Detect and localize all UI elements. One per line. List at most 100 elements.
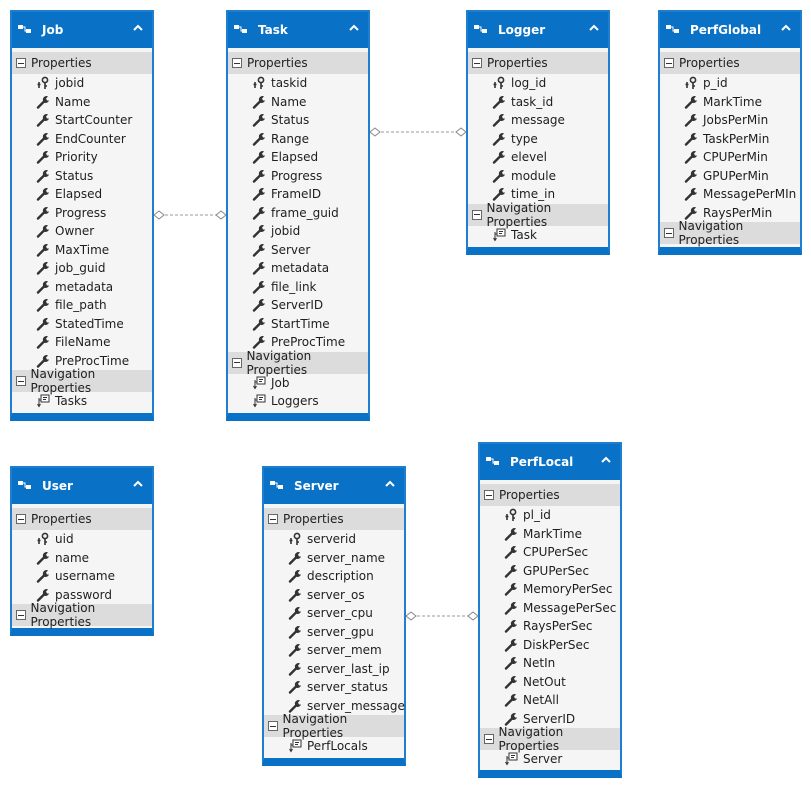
property-Name[interactable]: Name [12, 93, 152, 112]
property-Status[interactable]: Status [228, 111, 368, 130]
navigation-properties-section-header[interactable]: Navigation Properties [12, 367, 152, 395]
property-Owner[interactable]: Owner [12, 222, 152, 241]
collapse-minus-icon[interactable] [232, 357, 242, 368]
property-JobsPerMin[interactable]: JobsPerMin [660, 111, 800, 130]
property-frame_guid[interactable]: frame_guid [228, 204, 368, 223]
collapse-minus-icon[interactable] [472, 209, 482, 220]
properties-section-header[interactable]: Properties [12, 508, 152, 530]
entity-user[interactable]: User Properties uid name username password Nav… [10, 466, 154, 636]
property-Status[interactable]: Status [12, 167, 152, 186]
collapse-chevron-icon[interactable] [132, 478, 144, 490]
navigation-properties-section-header[interactable]: Navigation Properties [660, 219, 800, 247]
property-serverid[interactable]: serverid [264, 530, 404, 549]
navigation-properties-section-header[interactable]: Navigation Properties [468, 201, 608, 229]
property-pl_id[interactable]: pl_id [480, 506, 620, 525]
collapse-chevron-icon[interactable] [588, 22, 600, 34]
property-server_os[interactable]: server_os [264, 586, 404, 605]
properties-section-header[interactable]: Properties [264, 508, 404, 530]
entity-title-bar[interactable]: Job [12, 12, 152, 48]
property-Name[interactable]: Name [228, 93, 368, 112]
property-Elapsed[interactable]: Elapsed [228, 148, 368, 167]
collapse-minus-icon[interactable] [484, 734, 494, 744]
property-p_id[interactable]: p_id [660, 74, 800, 93]
entity-title-bar[interactable]: PerfGlobal [660, 12, 800, 48]
property-StartCounter[interactable]: StartCounter [12, 111, 152, 130]
property-MessagePerMIn[interactable]: MessagePerMIn [660, 185, 800, 204]
collapse-chevron-icon[interactable] [780, 22, 792, 34]
entity-server[interactable]: Server Properties serverid server_name descr… [262, 466, 406, 766]
entity-logger[interactable]: Logger Properties log_id task_id message type… [466, 10, 610, 255]
property-module[interactable]: module [468, 167, 608, 186]
property-description[interactable]: description [264, 567, 404, 586]
property-DiskPerSec[interactable]: DiskPerSec [480, 636, 620, 655]
property-NetIn[interactable]: NetIn [480, 654, 620, 673]
navigation-properties-section-header[interactable]: Navigation Properties [12, 601, 152, 629]
property-CPUPerSec[interactable]: CPUPerSec [480, 543, 620, 562]
collapse-chevron-icon[interactable] [384, 478, 396, 490]
property-name[interactable]: name [12, 549, 152, 568]
collapse-minus-icon[interactable] [472, 58, 482, 68]
collapse-minus-icon[interactable] [16, 58, 26, 68]
property-MaxTime[interactable]: MaxTime [12, 241, 152, 260]
entity-job[interactable]: Job Properties jobid Name StartCounter EndCou… [10, 10, 154, 421]
association-task-logger[interactable] [369, 127, 467, 137]
collapse-minus-icon[interactable] [484, 490, 494, 500]
property-task_id[interactable]: task_id [468, 93, 608, 112]
property-server_gpu[interactable]: server_gpu [264, 623, 404, 642]
association-job-task[interactable] [153, 210, 227, 220]
property-GPUPerSec[interactable]: GPUPerSec [480, 562, 620, 581]
property-taskid[interactable]: taskid [228, 74, 368, 93]
navigation-properties-section-header[interactable]: Navigation Properties [264, 712, 404, 740]
entity-title-bar[interactable]: Task [228, 12, 368, 48]
property-MemoryPerSec[interactable]: MemoryPerSec [480, 580, 620, 599]
property-Progress[interactable]: Progress [228, 167, 368, 186]
property-FrameID[interactable]: FrameID [228, 185, 368, 204]
collapse-chevron-icon[interactable] [348, 22, 360, 34]
entity-title-bar[interactable]: User [12, 468, 152, 504]
property-jobid[interactable]: jobid [228, 222, 368, 241]
properties-section-header[interactable]: Properties [660, 52, 800, 74]
property-StartTime[interactable]: StartTime [228, 315, 368, 334]
collapse-minus-icon[interactable] [268, 514, 278, 524]
collapse-chevron-icon[interactable] [600, 454, 612, 466]
entity-title-bar[interactable]: Server [264, 468, 404, 504]
collapse-minus-icon[interactable] [268, 721, 278, 731]
collapse-minus-icon[interactable] [664, 228, 674, 238]
property-type[interactable]: type [468, 130, 608, 149]
properties-section-header[interactable]: Properties [228, 52, 368, 74]
entity-title-bar[interactable]: PerfLocal [480, 444, 620, 480]
properties-section-header[interactable]: Properties [12, 52, 152, 74]
navigation-property-Loggers[interactable]: Loggers [228, 392, 368, 411]
collapse-minus-icon[interactable] [16, 376, 26, 386]
collapse-minus-icon[interactable] [16, 610, 26, 620]
association-server-perflocal[interactable] [405, 611, 479, 621]
property-job_guid[interactable]: job_guid [12, 259, 152, 278]
property-log_id[interactable]: log_id [468, 74, 608, 93]
navigation-properties-section-header[interactable]: Navigation Properties [480, 725, 620, 753]
property-server_mem[interactable]: server_mem [264, 641, 404, 660]
property-metadata[interactable]: metadata [228, 259, 368, 278]
collapse-minus-icon[interactable] [664, 58, 674, 68]
properties-section-header[interactable]: Properties [468, 52, 608, 74]
property-GPUPerMin[interactable]: GPUPerMin [660, 167, 800, 186]
property-elevel[interactable]: elevel [468, 148, 608, 167]
property-StatedTime[interactable]: StatedTime [12, 315, 152, 334]
property-MarkTime[interactable]: MarkTime [480, 525, 620, 544]
property-metadata[interactable]: metadata [12, 278, 152, 297]
property-RaysPerSec[interactable]: RaysPerSec [480, 617, 620, 636]
collapse-chevron-icon[interactable] [132, 22, 144, 34]
entity-perflocal[interactable]: PerfLocal Properties pl_id MarkTime CPUPerSe… [478, 442, 622, 778]
property-Priority[interactable]: Priority [12, 148, 152, 167]
property-TaskPerMin[interactable]: TaskPerMin [660, 130, 800, 149]
property-message[interactable]: message [468, 111, 608, 130]
property-FileName[interactable]: FileName [12, 333, 152, 352]
property-ServerID[interactable]: ServerID [228, 296, 368, 315]
entity-task[interactable]: Task Properties taskid Name Status Range Elaps… [226, 10, 370, 421]
property-MessagePerSec[interactable]: MessagePerSec [480, 599, 620, 618]
property-CPUPerMin[interactable]: CPUPerMin [660, 148, 800, 167]
property-username[interactable]: username [12, 567, 152, 586]
property-Elapsed[interactable]: Elapsed [12, 185, 152, 204]
property-server_last_ip[interactable]: server_last_ip [264, 660, 404, 679]
property-jobid[interactable]: jobid [12, 74, 152, 93]
property-NetOut[interactable]: NetOut [480, 673, 620, 692]
